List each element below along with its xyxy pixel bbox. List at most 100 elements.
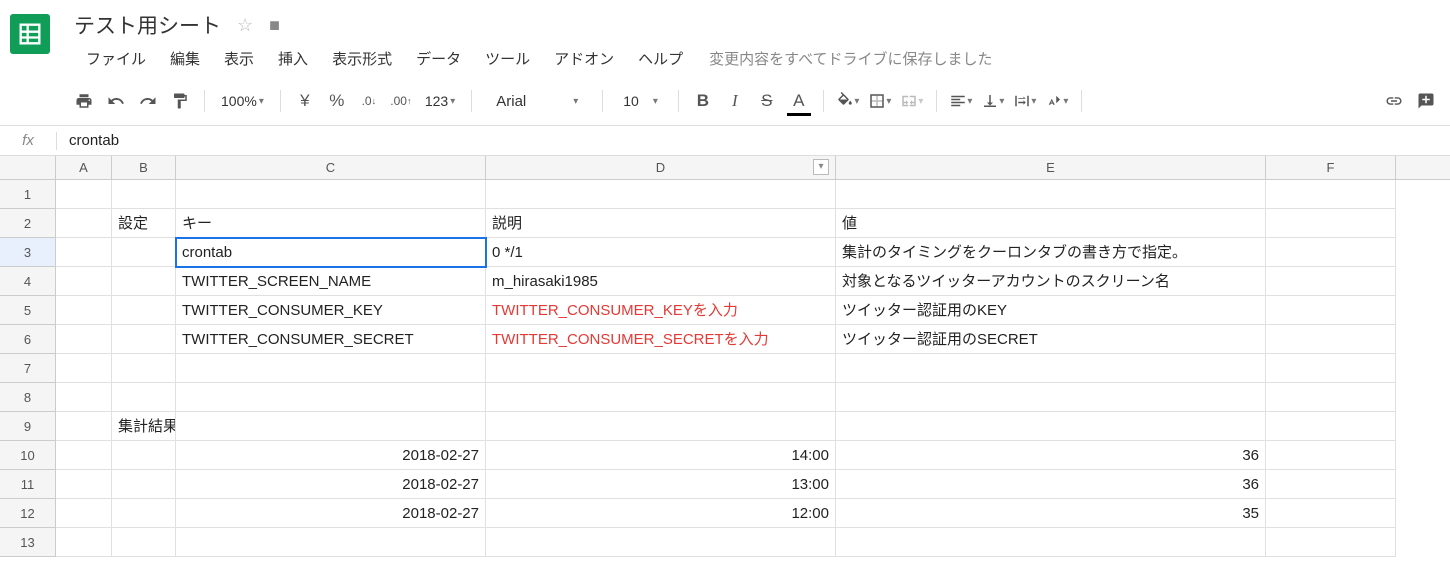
cell[interactable]: [56, 209, 112, 238]
col-header-E[interactable]: E: [836, 156, 1266, 179]
row-header[interactable]: 3: [0, 238, 56, 267]
strikethrough-button[interactable]: S: [753, 87, 781, 115]
cell[interactable]: 集計のタイミングをクーロンタブの書き方で指定。: [836, 238, 1266, 267]
cell[interactable]: [1266, 209, 1396, 238]
cell[interactable]: [176, 412, 486, 441]
cell[interactable]: [1266, 267, 1396, 296]
cell[interactable]: [486, 412, 836, 441]
cell[interactable]: [112, 383, 176, 412]
cell[interactable]: [1266, 180, 1396, 209]
col-header-B[interactable]: B: [112, 156, 176, 179]
cell[interactable]: ツイッター認証用のSECRET: [836, 325, 1266, 354]
more-formats-button[interactable]: 123▾: [419, 93, 461, 109]
cell-selected[interactable]: crontab: [176, 238, 486, 267]
cell[interactable]: [1266, 325, 1396, 354]
cell[interactable]: [56, 267, 112, 296]
cell[interactable]: [56, 354, 112, 383]
insert-link-button[interactable]: [1380, 87, 1408, 115]
cell[interactable]: TWITTER_CONSUMER_KEYを入力: [486, 296, 836, 325]
cell[interactable]: 設定: [112, 209, 176, 238]
font-select[interactable]: Arial▾: [482, 93, 592, 110]
cell[interactable]: [836, 383, 1266, 412]
menu-view[interactable]: 表示: [212, 44, 266, 73]
menu-addons[interactable]: アドオン: [542, 44, 626, 73]
cell[interactable]: [56, 528, 112, 557]
merge-cells-button[interactable]: ▾: [898, 87, 926, 115]
cell[interactable]: [112, 296, 176, 325]
row-header[interactable]: 10: [0, 441, 56, 470]
cell[interactable]: [1266, 470, 1396, 499]
col-header-F[interactable]: F: [1266, 156, 1396, 179]
text-wrap-button[interactable]: ▾: [1011, 87, 1039, 115]
cell[interactable]: [176, 383, 486, 412]
cell[interactable]: [56, 296, 112, 325]
formula-bar[interactable]: crontab: [67, 132, 1450, 149]
paint-format-icon[interactable]: [166, 87, 194, 115]
cell[interactable]: [56, 441, 112, 470]
cell[interactable]: [56, 470, 112, 499]
percent-button[interactable]: %: [323, 87, 351, 115]
cell[interactable]: [112, 267, 176, 296]
cell[interactable]: TWITTER_CONSUMER_SECRETを入力: [486, 325, 836, 354]
row-header[interactable]: 4: [0, 267, 56, 296]
vertical-align-button[interactable]: ▾: [979, 87, 1007, 115]
sheets-logo[interactable]: [0, 8, 60, 81]
row-header[interactable]: 5: [0, 296, 56, 325]
cell[interactable]: [56, 499, 112, 528]
menu-tools[interactable]: ツール: [473, 44, 542, 73]
cell[interactable]: 2018-02-27: [176, 470, 486, 499]
increase-decimal-button[interactable]: .00↑: [387, 87, 415, 115]
row-header[interactable]: 8: [0, 383, 56, 412]
cell[interactable]: [1266, 238, 1396, 267]
cell[interactable]: 35: [836, 499, 1266, 528]
cell[interactable]: TWITTER_CONSUMER_KEY: [176, 296, 486, 325]
cell[interactable]: [486, 180, 836, 209]
cell[interactable]: [486, 528, 836, 557]
menu-format[interactable]: 表示形式: [320, 44, 404, 73]
cell[interactable]: 36: [836, 441, 1266, 470]
menu-help[interactable]: ヘルプ: [626, 44, 695, 73]
cell[interactable]: [112, 441, 176, 470]
cell[interactable]: 12:00: [486, 499, 836, 528]
cell[interactable]: [176, 528, 486, 557]
font-size-select[interactable]: 10▾: [613, 93, 668, 109]
text-rotation-button[interactable]: ▾: [1043, 87, 1071, 115]
col-header-D[interactable]: D: [486, 156, 836, 179]
cell[interactable]: [56, 383, 112, 412]
row-header[interactable]: 11: [0, 470, 56, 499]
print-icon[interactable]: [70, 87, 98, 115]
cell[interactable]: [1266, 354, 1396, 383]
cell[interactable]: [1266, 441, 1396, 470]
row-header[interactable]: 1: [0, 180, 56, 209]
cell[interactable]: [176, 354, 486, 383]
menu-edit[interactable]: 編集: [158, 44, 212, 73]
cell[interactable]: 0 */1: [486, 238, 836, 267]
menu-data[interactable]: データ: [404, 44, 473, 73]
document-title[interactable]: テスト用シート: [74, 10, 221, 40]
row-header[interactable]: 9: [0, 412, 56, 441]
cell[interactable]: [112, 354, 176, 383]
undo-icon[interactable]: [102, 87, 130, 115]
cell[interactable]: 対象となるツイッターアカウントのスクリーン名: [836, 267, 1266, 296]
cell[interactable]: m_hirasaki1985: [486, 267, 836, 296]
cell[interactable]: [836, 412, 1266, 441]
cell[interactable]: [112, 470, 176, 499]
cell[interactable]: [56, 180, 112, 209]
cell[interactable]: ツイッター認証用のKEY: [836, 296, 1266, 325]
cell[interactable]: TWITTER_CONSUMER_SECRET: [176, 325, 486, 354]
cell[interactable]: 2018-02-27: [176, 499, 486, 528]
cell[interactable]: [1266, 412, 1396, 441]
zoom-select[interactable]: 100%▾: [215, 93, 270, 109]
cell[interactable]: [112, 325, 176, 354]
cell[interactable]: 説明: [486, 209, 836, 238]
cell[interactable]: [56, 325, 112, 354]
borders-button[interactable]: ▾: [866, 87, 894, 115]
row-header[interactable]: 6: [0, 325, 56, 354]
select-all-corner[interactable]: [0, 156, 56, 179]
cell[interactable]: [1266, 296, 1396, 325]
cell[interactable]: [836, 354, 1266, 383]
horizontal-align-button[interactable]: ▾: [947, 87, 975, 115]
cell[interactable]: [56, 412, 112, 441]
folder-icon[interactable]: ■: [269, 15, 280, 36]
cell[interactable]: [112, 499, 176, 528]
